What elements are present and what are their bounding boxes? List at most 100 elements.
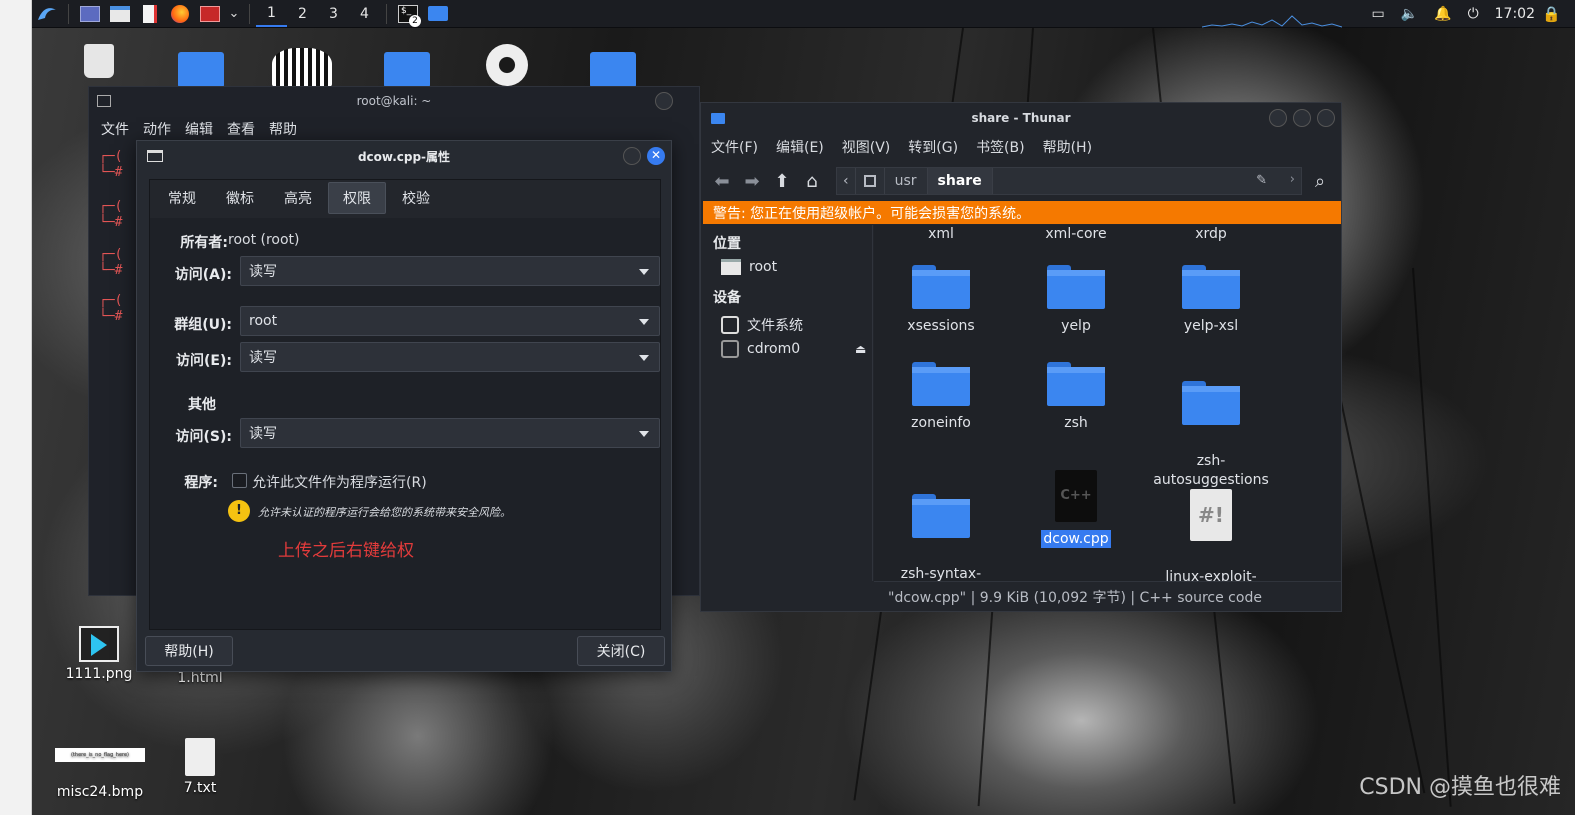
path-scroll-right[interactable]: › [1290, 172, 1295, 187]
thunar-menu-go[interactable]: 转到(G) [908, 137, 958, 157]
up-arrow-icon[interactable]: ⬆ [767, 166, 797, 196]
gear-icon [486, 44, 528, 86]
properties-titlebar[interactable]: dcow.cpp-属性 ✕ [137, 141, 671, 171]
desktop-settings-icon[interactable] [486, 44, 528, 86]
eject-icon[interactable]: ⏏ [855, 342, 866, 356]
file-item-xml[interactable]: xml [881, 225, 1001, 244]
tab-checksum[interactable]: 校验 [388, 182, 444, 214]
path-root-drive[interactable] [856, 168, 885, 194]
back-arrow-icon[interactable]: ⬅ [707, 166, 737, 196]
folder-icon [711, 113, 725, 124]
dialog-close-button[interactable]: ✕ [647, 147, 665, 165]
thunar-close-button[interactable] [1317, 109, 1335, 127]
exec-checkbox[interactable] [232, 473, 247, 488]
thunar-minimize-button[interactable] [1269, 109, 1287, 127]
file-item-xrdp[interactable]: xrdp [1151, 225, 1271, 244]
group-access-select[interactable]: 读写 [240, 342, 660, 372]
terminal-minimize-button[interactable] [655, 92, 673, 110]
workspace-2[interactable]: 2 [287, 1, 318, 27]
folder-icon [590, 52, 636, 88]
exec-checkbox-label[interactable]: 允许此文件作为程序运行(R) [252, 472, 427, 492]
desktop-trash-icon[interactable] [84, 44, 114, 78]
workspace-1[interactable]: 1 [256, 1, 287, 27]
file-item-zsh-syntax-highlighting[interactable]: zsh-syntax- highlighting [881, 475, 1001, 581]
file-item-yelp-xsl[interactable]: yelp-xsl [1151, 265, 1271, 336]
sidebar-item-label: root [749, 259, 778, 275]
desktop-file-7-txt[interactable]: 7.txt [178, 738, 222, 796]
tab-general[interactable]: 常规 [154, 182, 210, 214]
owner-access-select[interactable]: 读写 [240, 256, 660, 286]
kali-menu-button[interactable] [32, 1, 62, 27]
launcher-dropdown[interactable]: ⌄ [225, 1, 243, 27]
file-item-xsessions[interactable]: xsessions [881, 265, 1001, 336]
show-desktop-button[interactable] [75, 1, 105, 27]
tab-emblems[interactable]: 徽标 [212, 182, 268, 214]
trash-icon [84, 44, 114, 78]
zebra-icon [272, 48, 332, 88]
thunar-maximize-button[interactable] [1293, 109, 1311, 127]
file-item-zoneinfo[interactable]: zoneinfo [881, 362, 1001, 433]
text-editor-launcher[interactable] [135, 1, 165, 27]
taskbar-terminal-group[interactable]: $_ 2 [393, 1, 423, 27]
help-button[interactable]: 帮助(H) [145, 636, 233, 666]
display-icon[interactable]: ▭ [1371, 6, 1384, 22]
home-icon[interactable]: ⌂ [797, 166, 827, 196]
volume-icon[interactable]: 🔈 [1401, 6, 1418, 22]
thunar-menu-file[interactable]: 文件(F) [711, 137, 758, 157]
thunar-window[interactable]: share - Thunar 文件(F) 编辑(E) 视图(V) 转到(G) 书… [700, 102, 1342, 612]
path-crumb-share[interactable]: share [927, 168, 993, 194]
sidebar-item-root[interactable]: root [721, 259, 777, 275]
thunar-menu-bookmarks[interactable]: 书签(B) [976, 137, 1025, 157]
thunar-titlebar[interactable]: share - Thunar [701, 103, 1341, 133]
terminal-menu-action[interactable]: 动作 [143, 119, 171, 139]
path-scroll-left[interactable]: ‹ [837, 168, 856, 194]
dialog-minimize-button[interactable] [623, 147, 641, 165]
power-icon[interactable]: ⏻ [1468, 6, 1479, 22]
file-item-yelp[interactable]: yelp [1016, 265, 1136, 336]
search-icon[interactable]: ⌕ [1305, 166, 1335, 196]
icon-label: 1111.png [65, 666, 133, 682]
thunar-menu-help[interactable]: 帮助(H) [1043, 137, 1092, 157]
group-select[interactable]: root [240, 306, 660, 336]
forward-arrow-icon[interactable]: ➡ [737, 166, 767, 196]
window-count-badge: 2 [409, 14, 421, 27]
dropdown-arrow-icon [639, 355, 649, 361]
thunar-menu-view[interactable]: 视图(V) [842, 137, 891, 157]
workspace-4[interactable]: 4 [349, 1, 380, 27]
desktop-file-1111-png[interactable]: 1111.png [62, 626, 136, 682]
desktop-folder-1[interactable] [178, 52, 224, 88]
firefox-launcher[interactable] [165, 1, 195, 27]
terminal-menu-help[interactable]: 帮助 [269, 119, 297, 139]
notification-bell-icon[interactable]: 🔔 [1434, 6, 1451, 22]
terminal-menu-view[interactable]: 查看 [227, 119, 255, 139]
desktop-file-misc24-bmp[interactable]: (there_is_no_flag_here) misc24.bmp [52, 748, 148, 800]
properties-dialog[interactable]: dcow.cpp-属性 ✕ 常规 徽标 高亮 权限 校验 所有者: root (… [136, 140, 672, 672]
tab-permissions[interactable]: 权限 [328, 182, 386, 214]
file-item-linux-exploit-suggester[interactable]: #! linux-exploit- suggester.sh [1151, 470, 1271, 581]
close-button[interactable]: 关闭(C) [577, 636, 665, 666]
edit-path-icon[interactable]: ✎ [1256, 173, 1267, 188]
file-item-dcow-cpp[interactable]: C++ dcow.cpp [1016, 470, 1136, 549]
terminal-menu-file[interactable]: 文件 [101, 119, 129, 139]
lock-icon[interactable]: 🔒 [1542, 5, 1561, 23]
chevron-down-icon: ⌄ [228, 6, 240, 21]
path-crumb-usr[interactable]: usr [885, 168, 928, 194]
terminal-menubar: 文件 动作 编辑 查看 帮助 [89, 115, 699, 143]
others-access-select[interactable]: 读写 [240, 418, 660, 448]
terminal-launcher[interactable] [195, 1, 225, 27]
desktop-zebra-image[interactable] [272, 48, 332, 88]
terminal-menu-edit[interactable]: 编辑 [185, 119, 213, 139]
clock[interactable]: 17:02 [1495, 6, 1535, 22]
desktop-folder-2[interactable] [384, 52, 430, 88]
desktop-folder-3[interactable] [590, 52, 636, 88]
terminal-titlebar[interactable]: root@kali: ~ [89, 87, 699, 115]
thunar-menu-edit[interactable]: 编辑(E) [776, 137, 824, 157]
taskbar-thunar[interactable] [423, 1, 453, 27]
file-item-xml-core[interactable]: xml-core [1016, 225, 1136, 244]
file-manager-launcher[interactable] [105, 1, 135, 27]
sidebar-item-cdrom[interactable]: cdrom0 [721, 340, 800, 358]
tab-highlight[interactable]: 高亮 [270, 182, 326, 214]
workspace-3[interactable]: 3 [318, 1, 349, 27]
sidebar-item-filesystem[interactable]: 文件系统 [721, 315, 803, 335]
file-item-zsh[interactable]: zsh [1016, 362, 1136, 433]
